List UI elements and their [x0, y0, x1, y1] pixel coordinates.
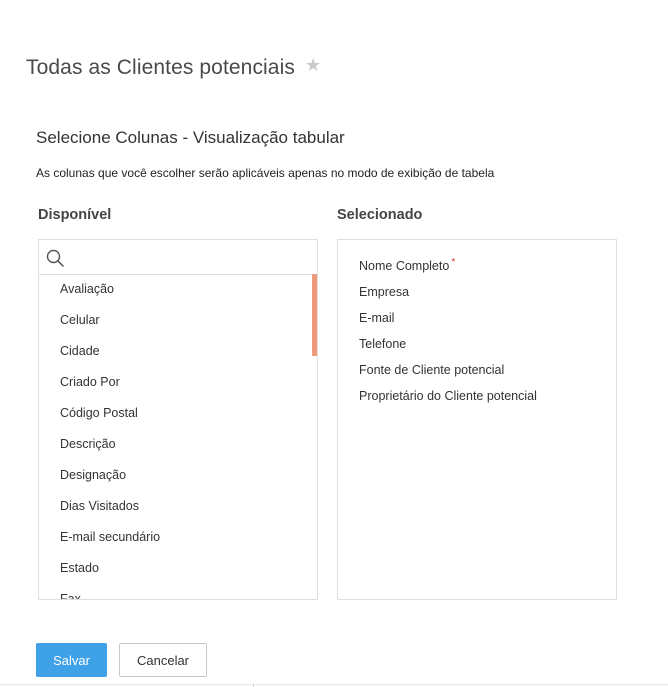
selected-header: Selecionado [337, 207, 423, 223]
search-row [39, 240, 317, 275]
save-button[interactable]: Salvar [36, 643, 107, 677]
available-list-item[interactable]: Dias Visitados [39, 492, 317, 523]
star-icon[interactable]: ★ [305, 56, 321, 74]
selected-list-item[interactable]: Nome Completo * [338, 254, 616, 280]
page-title-text: Todas as Clientes potenciais [26, 56, 295, 79]
selected-list-item[interactable]: Telefone [338, 332, 616, 358]
page-title: Todas as Clientes potenciais ★ [26, 56, 321, 80]
available-panel: Avaliação Celular Cidade Criado Por Código P… [38, 239, 318, 600]
available-list-item[interactable]: Cidade [39, 337, 317, 368]
footer-divider [0, 684, 668, 685]
available-list-item[interactable]: E-mail secundário [39, 523, 317, 554]
available-header: Disponível [38, 207, 112, 223]
selected-item-label: Empresa [359, 285, 410, 299]
selected-panel: Nome Completo * Empresa E-mail Telefone Fonte… [337, 239, 617, 600]
dialog-description: As colunas que você escolher serão aplic… [36, 166, 495, 180]
search-icon [46, 249, 64, 267]
required-indicator: * [451, 257, 456, 268]
search-input[interactable] [71, 244, 310, 270]
available-list-item[interactable]: Fax [39, 585, 317, 599]
selected-item-label: E-mail [359, 311, 395, 325]
selected-item-label: Nome Completo [359, 259, 450, 273]
available-list-item[interactable]: Criado Por [39, 368, 317, 399]
cancel-button[interactable]: Cancelar [119, 643, 207, 677]
selected-item-label: Telefone [359, 337, 407, 351]
selected-list-item[interactable]: Fonte de Cliente potencial [338, 358, 616, 384]
scrollbar-thumb[interactable] [312, 274, 317, 356]
selected-list: Nome Completo * Empresa E-mail Telefone Fonte… [338, 240, 616, 410]
available-list: Avaliação Celular Cidade Criado Por Código P… [39, 275, 317, 599]
available-list-item[interactable]: Código Postal [39, 399, 317, 430]
available-list-item[interactable]: Celular [39, 306, 317, 337]
dialog-title: Selecione Colunas - Visualização tabular [36, 128, 345, 147]
available-list-item[interactable]: Descrição [39, 430, 317, 461]
selected-item-label: Fonte de Cliente potencial [359, 363, 505, 377]
available-list-item[interactable]: Designação [39, 461, 317, 492]
available-list-item[interactable]: Estado [39, 554, 317, 585]
selected-list-item[interactable]: Empresa [338, 280, 616, 306]
selected-list-item[interactable]: Proprietário do Cliente potencial [338, 384, 616, 410]
selected-item-label: Proprietário do Cliente potencial [359, 389, 537, 403]
available-list-item[interactable]: Avaliação [39, 275, 317, 306]
selected-list-item[interactable]: E-mail [338, 306, 616, 332]
